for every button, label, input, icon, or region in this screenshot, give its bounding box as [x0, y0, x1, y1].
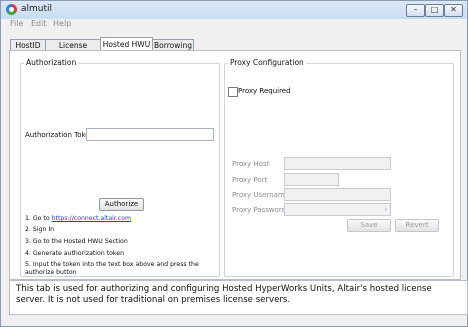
proxy-password-input[interactable]: › — [284, 203, 391, 216]
proxy-port-label: Proxy Port — [232, 176, 268, 184]
menu-help[interactable]: Help — [53, 19, 71, 28]
info-text-box: This tab is used for authorizing and con… — [9, 280, 468, 315]
maximize-icon: □ — [430, 5, 439, 14]
proxy-username-label: Proxy Username — [232, 191, 290, 199]
app-window: almutil – □ ✕ File Edit Help HostID Lice… — [0, 0, 468, 327]
proxy-required-label: Proxy Required — [238, 87, 291, 95]
menu-file[interactable]: File — [10, 19, 23, 28]
close-button[interactable]: ✕ — [444, 4, 463, 17]
menu-edit[interactable]: Edit — [31, 19, 47, 28]
password-reveal-icon: › — [384, 205, 387, 213]
title-bar: almutil – □ ✕ — [1, 1, 467, 19]
revert-button[interactable]: Revert — [395, 219, 439, 232]
authorization-group: Authorization Authorization Token Author… — [20, 58, 220, 277]
tab-hosted-hwu[interactable]: Hosted HWU — [100, 37, 153, 51]
step-2: 2. Sign In — [25, 226, 55, 233]
step-5-line-1: 5. Input the token into the text box abo… — [25, 261, 199, 268]
proxy-port-input[interactable] — [284, 173, 339, 186]
authorize-button[interactable]: Authorize — [99, 198, 144, 211]
proxy-configuration-group: Proxy Configuration Proxy Required Proxy… — [224, 58, 454, 277]
authorization-token-label: Authorization Token — [25, 131, 95, 139]
menu-bar: File Edit Help — [1, 19, 467, 31]
proxy-password-label: Proxy Password — [232, 206, 287, 214]
hosted-hwu-panel: Authorization Authorization Token Author… — [9, 50, 461, 280]
window-title: almutil — [21, 4, 53, 14]
step-5-line-2: authorize button — [25, 269, 77, 276]
app-icon — [6, 4, 17, 15]
proxy-required-checkbox[interactable] — [228, 87, 238, 97]
save-button[interactable]: Save — [347, 219, 391, 232]
connect-link[interactable]: https://connect.altair.com — [52, 215, 131, 222]
step-1: 1. Go to https://connect.altair.com — [25, 215, 131, 222]
minimize-icon: – — [413, 5, 418, 14]
proxy-configuration-legend: Proxy Configuration — [228, 58, 306, 67]
proxy-username-input[interactable] — [284, 188, 391, 201]
authorization-token-input[interactable] — [86, 128, 214, 141]
proxy-host-input[interactable] — [284, 157, 391, 170]
step-1-text: 1. Go to — [25, 215, 52, 222]
authorization-legend: Authorization — [24, 58, 79, 67]
maximize-button[interactable]: □ — [425, 4, 444, 17]
minimize-button[interactable]: – — [406, 4, 425, 17]
step-4: 4. Generate authorization token — [25, 250, 125, 257]
close-icon: ✕ — [450, 5, 457, 14]
proxy-host-label: Proxy Host — [232, 160, 270, 168]
step-3: 3. Go to the Hosted HWU Section — [25, 238, 128, 245]
